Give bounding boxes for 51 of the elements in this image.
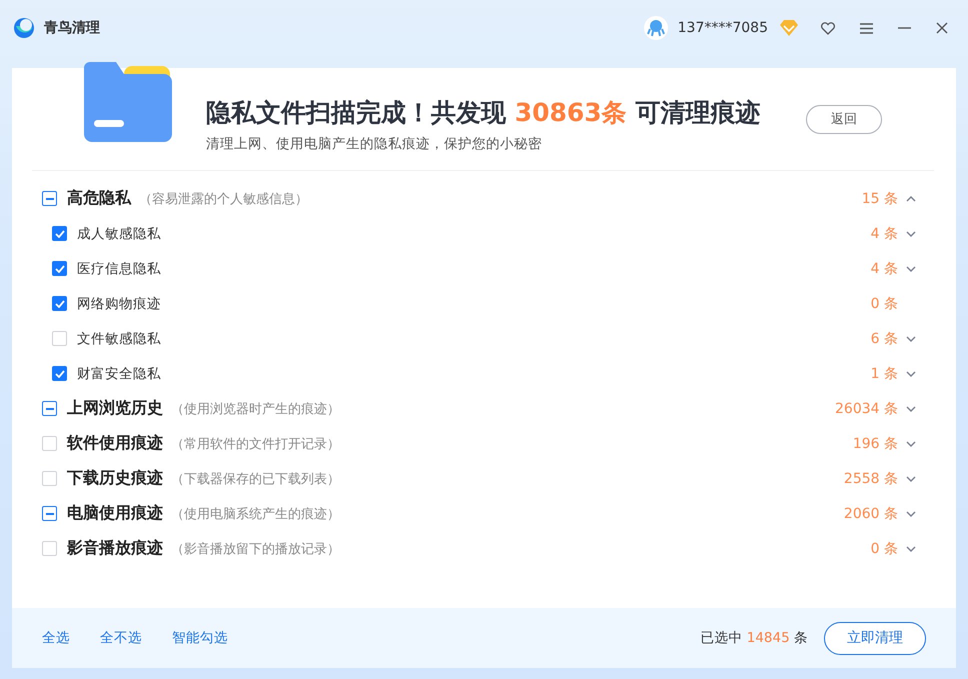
item-count: 0 条 bbox=[870, 540, 898, 558]
subcategory-label: 成人敏感隐私 bbox=[77, 224, 161, 242]
item-count: 1 条 bbox=[870, 364, 898, 382]
category-label: 下载历史痕迹 bbox=[67, 468, 163, 489]
subcategory-label: 文件敏感隐私 bbox=[77, 330, 161, 348]
clean-now-button[interactable]: 立即清理 bbox=[824, 622, 926, 654]
item-count: 26034 条 bbox=[835, 400, 898, 418]
item-count: 4 条 bbox=[870, 260, 898, 278]
category-label: 电脑使用痕迹 bbox=[67, 503, 163, 524]
subcategory-label: 医疗信息隐私 bbox=[77, 260, 161, 278]
checkbox[interactable] bbox=[42, 191, 57, 206]
check-icon bbox=[54, 230, 64, 238]
checkbox[interactable] bbox=[42, 506, 57, 521]
subcategory-label: 网络购物痕迹 bbox=[77, 294, 161, 312]
item-count: 2060 条 bbox=[844, 504, 898, 522]
checkbox[interactable] bbox=[42, 401, 57, 416]
category-label: 上网浏览历史 bbox=[67, 398, 163, 419]
category-hint: （影音播放留下的播放记录） bbox=[171, 540, 341, 558]
selection-link[interactable]: 智能勾选 bbox=[172, 629, 228, 647]
category-label: 软件使用痕迹 bbox=[67, 433, 163, 454]
item-count: 15 条 bbox=[862, 190, 898, 208]
back-button[interactable]: 返回 bbox=[806, 104, 882, 134]
bird-logo-icon bbox=[12, 16, 36, 40]
item-count: 196 条 bbox=[852, 434, 898, 452]
scan-result-title: 隐私文件扫描完成！共发现 30863条 可清理痕迹 bbox=[206, 96, 762, 128]
subcategory-label: 财富安全隐私 bbox=[77, 364, 161, 382]
avatar-icon[interactable] bbox=[644, 16, 668, 40]
check-icon bbox=[54, 264, 64, 272]
check-icon bbox=[54, 370, 64, 378]
category-label: 高危隐私 bbox=[67, 188, 131, 209]
selection-link[interactable]: 全选 bbox=[42, 629, 70, 647]
checkbox[interactable] bbox=[52, 296, 67, 311]
category-hint: （容易泄露的个人敏感信息） bbox=[139, 190, 309, 208]
selected-summary: 已选中 14845 条 bbox=[700, 629, 808, 647]
check-icon bbox=[54, 300, 64, 308]
checkbox[interactable] bbox=[52, 366, 67, 381]
category-hint: （下载器保存的已下载列表） bbox=[171, 470, 341, 488]
item-count: 6 条 bbox=[870, 330, 898, 348]
selection-link[interactable]: 全不选 bbox=[100, 629, 142, 647]
item-count: 2558 条 bbox=[844, 470, 898, 488]
item-count: 4 条 bbox=[870, 224, 898, 242]
checkbox[interactable] bbox=[52, 261, 67, 276]
scan-subtitle: 清理上网、使用电脑产生的隐私痕迹，保护您的小秘密 bbox=[206, 134, 543, 152]
user-phone: 137****7085 bbox=[678, 20, 768, 36]
checkbox[interactable] bbox=[52, 226, 67, 241]
app-name: 青鸟清理 bbox=[44, 19, 100, 37]
item-count: 0 条 bbox=[870, 294, 898, 312]
category-hint: （使用电脑系统产生的痕迹） bbox=[171, 506, 341, 522]
category-label: 影音播放痕迹 bbox=[67, 538, 163, 559]
category-hint: （常用软件的文件打开记录） bbox=[171, 436, 341, 452]
category-hint: （使用浏览器时产生的痕迹） bbox=[171, 400, 341, 418]
